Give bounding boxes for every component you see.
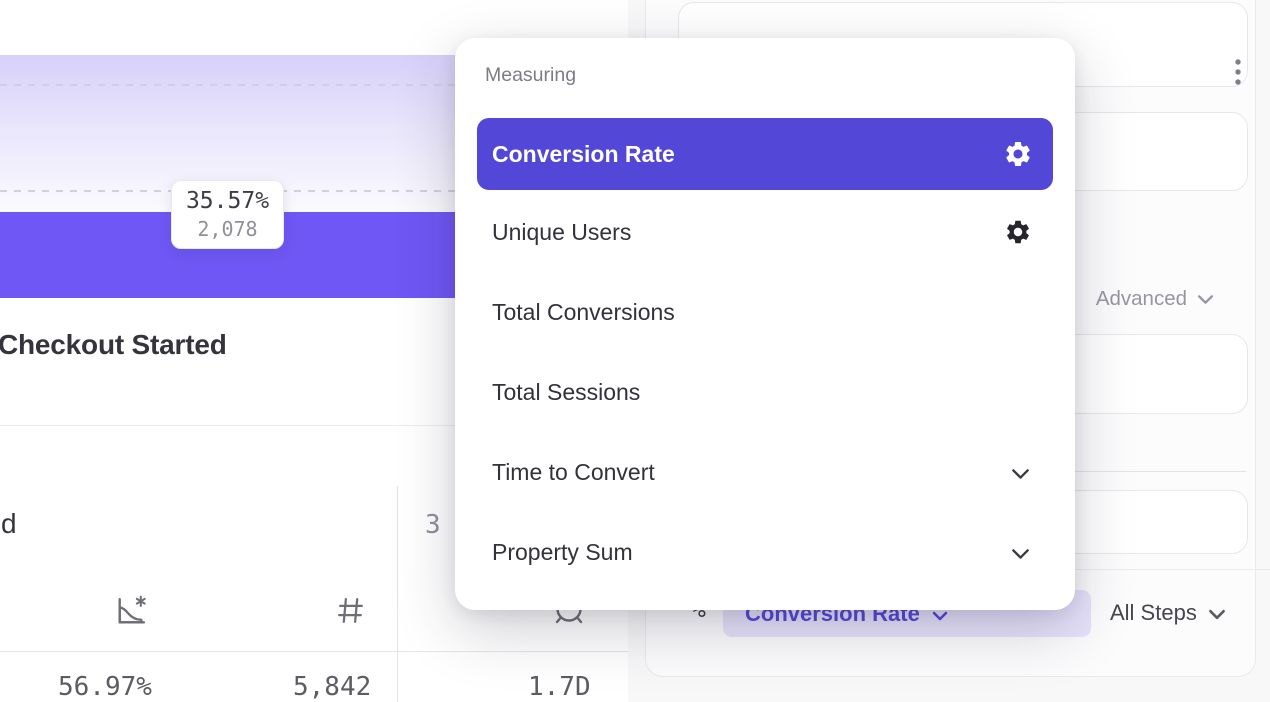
steps-filter-label: All Steps: [1110, 600, 1197, 626]
chevron-down-icon: [1011, 539, 1030, 566]
menu-item-total-sessions[interactable]: Total Sessions: [477, 356, 1053, 428]
menu-item-total-conversions[interactable]: Total Conversions: [477, 276, 1053, 348]
metric-conversions: 5,842: [293, 672, 371, 702]
table-column-divider: [397, 486, 398, 702]
step-title: Checkout Started: [0, 329, 227, 361]
menu-item-label: Conversion Rate: [492, 141, 675, 168]
menu-item-conversion-rate[interactable]: Conversion Rate: [477, 118, 1053, 190]
metric-time-to-convert: 1.7D: [528, 672, 591, 702]
funnel-analysis-screen: 35.57% 2,078 Checkout Started d 3: [0, 0, 1270, 702]
menu-item-label: Time to Convert: [492, 459, 655, 486]
dropdown-section-label: Measuring: [485, 64, 576, 87]
table-header-step-label: d: [1, 508, 17, 540]
menu-item-label: Total Sessions: [492, 379, 640, 406]
gear-icon[interactable]: [1002, 216, 1034, 248]
menu-item-label: Property Sum: [492, 539, 633, 566]
count-icon: [333, 593, 368, 633]
metric-conversion-rate: 56.97%: [58, 672, 152, 702]
table-header-step-number: 3: [425, 510, 441, 540]
chevron-down-icon: [1011, 459, 1030, 486]
chart-tooltip: 35.57% 2,078: [171, 180, 284, 249]
menu-item-label: Total Conversions: [492, 299, 675, 326]
chevron-down-icon: [1208, 600, 1226, 626]
menu-item-time-to-convert[interactable]: Time to Convert: [477, 436, 1053, 508]
tooltip-count: 2,078: [197, 217, 257, 241]
kebab-menu-icon[interactable]: [1234, 54, 1242, 88]
menu-item-property-sum[interactable]: Property Sum: [477, 516, 1053, 588]
tooltip-conversion-rate: 35.57%: [186, 188, 269, 214]
menu-item-unique-users[interactable]: Unique Users: [477, 196, 1053, 268]
conversion-rate-icon: [112, 592, 149, 634]
menu-item-label: Unique Users: [492, 219, 631, 246]
measuring-dropdown: Measuring Conversion Rate Unique Users T…: [455, 38, 1075, 610]
chevron-down-icon: [1197, 287, 1214, 311]
table-row-divider: [0, 651, 628, 652]
advanced-label: Advanced: [1096, 287, 1187, 311]
steps-filter-dropdown[interactable]: All Steps: [1110, 597, 1226, 629]
gear-icon[interactable]: [1002, 138, 1034, 170]
